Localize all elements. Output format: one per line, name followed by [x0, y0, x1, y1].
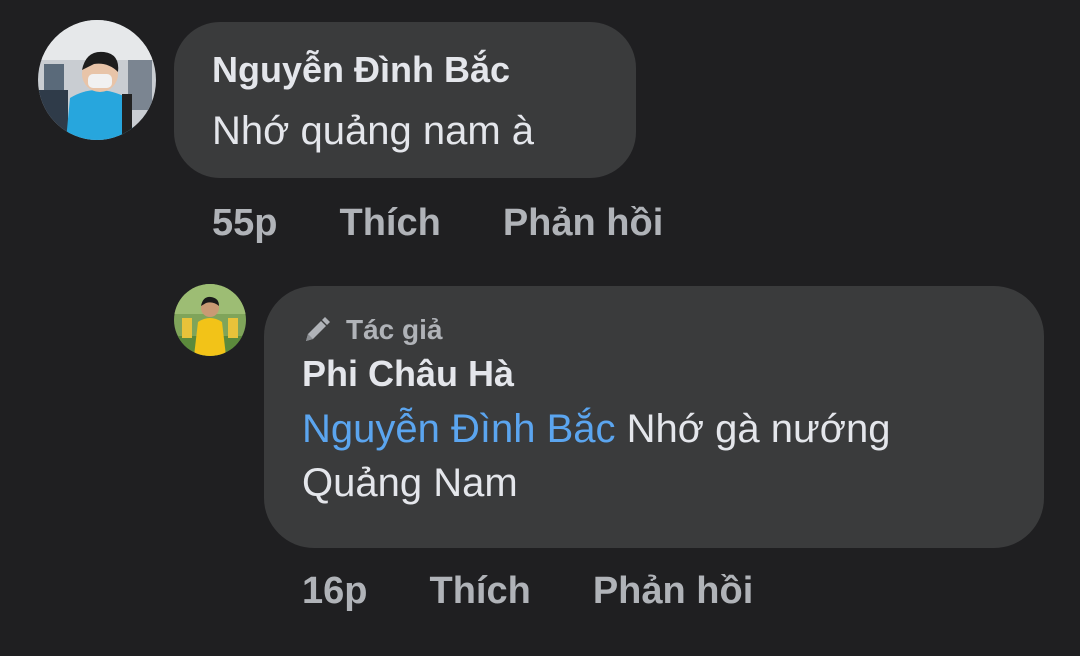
- pen-icon: [302, 315, 332, 345]
- reply-text-line2: Quảng Nam: [302, 461, 518, 505]
- comment-author[interactable]: Nguyễn Đình Bắc: [212, 48, 598, 92]
- reply-text: Nguyễn Đình Bắc Nhớ gà nướng Quảng Nam: [302, 402, 1006, 510]
- reply-bubble: Tác giả Phi Châu Hà Nguyễn Đình Bắc Nhớ …: [264, 286, 1044, 548]
- comment-text: Nhớ quảng nam à: [212, 109, 534, 153]
- comment-bubble: Nguyễn Đình Bắc Nhớ quảng nam à: [174, 22, 636, 178]
- reply-author[interactable]: Phi Châu Hà: [302, 352, 1006, 396]
- reply-button[interactable]: Phản hồi: [593, 570, 753, 613]
- author-badge: Tác giả: [302, 312, 1006, 348]
- reply-actions: 16p Thích Phản hồi: [302, 568, 753, 614]
- mention-link[interactable]: Nguyễn Đình Bắc: [302, 407, 616, 451]
- comment-timestamp[interactable]: 55p: [212, 202, 277, 245]
- comment-actions: 55p Thích Phản hồi: [212, 200, 663, 246]
- like-button[interactable]: Thích: [339, 202, 440, 245]
- like-button[interactable]: Thích: [429, 570, 530, 613]
- author-badge-label: Tác giả: [346, 314, 443, 345]
- reply-text-line1: Nhớ gà nướng: [615, 407, 891, 451]
- reply-timestamp[interactable]: 16p: [302, 570, 367, 613]
- avatar[interactable]: [174, 284, 246, 356]
- avatar[interactable]: [38, 20, 156, 140]
- divider: [0, 650, 1080, 656]
- reply-button[interactable]: Phản hồi: [503, 202, 663, 245]
